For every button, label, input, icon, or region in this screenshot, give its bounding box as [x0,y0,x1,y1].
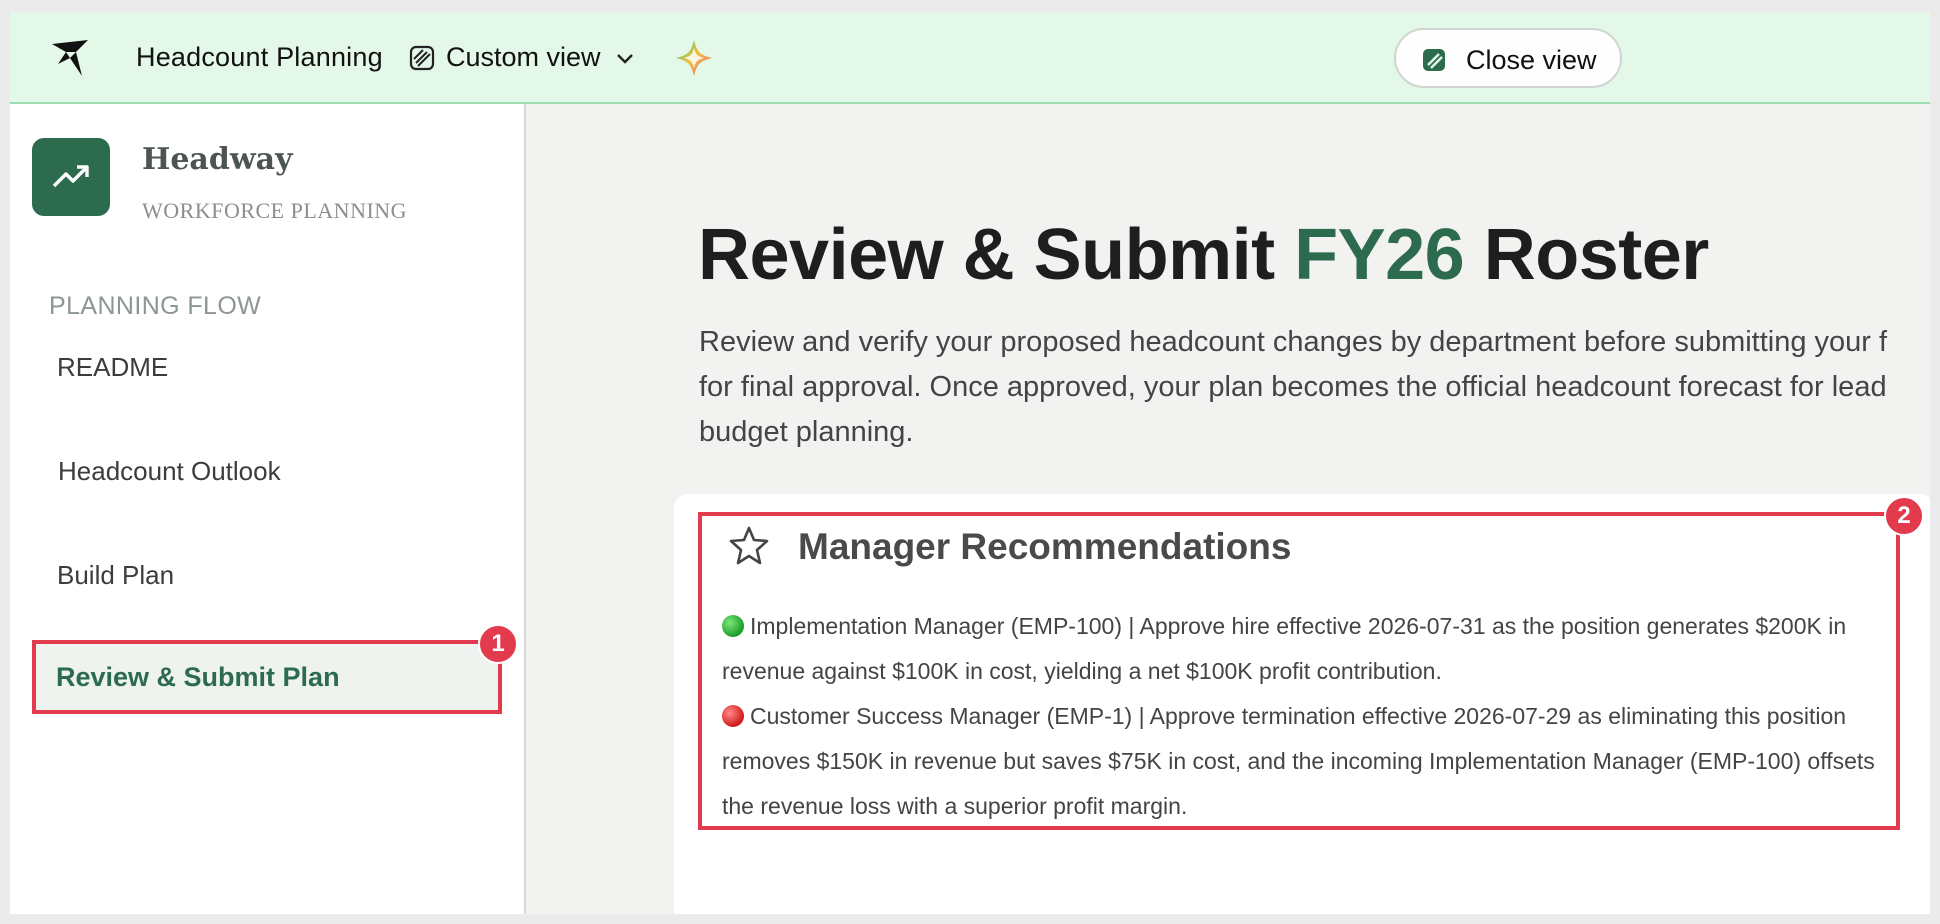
sidebar-item-headcount-outlook[interactable]: Headcount Outlook [58,456,281,487]
planning-flow-label: PLANNING FLOW [49,292,262,320]
brand-name: Headway [142,142,293,177]
trending-up-icon [52,165,89,188]
top-bar: Headcount Planning Custom view Close vie… [10,12,1930,104]
recommendations-list: Implementation Manager (EMP-100) | Appro… [722,604,1890,829]
sidebar: Headway WORKFORCE PLANNING PLANNING FLOW… [10,104,526,914]
custom-view-icon [409,45,435,71]
custom-view-dropdown[interactable]: Custom view [446,42,601,73]
view-icon [1423,49,1445,71]
chevron-down-icon[interactable] [616,52,634,66]
list-item: Customer Success Manager (EMP-1) | Appro… [722,703,1875,819]
star-icon[interactable] [728,524,770,566]
list-item: Implementation Manager (EMP-100) | Appro… [722,613,1847,684]
close-view-label: Close view [1466,45,1597,75]
annotation-badge-1: 1 [478,624,518,664]
page-description: Review and verify your proposed headcoun… [699,326,1888,448]
app-logo-icon[interactable] [48,34,96,82]
page-title: Review & Submit FY26 Roster [698,215,1709,295]
sidebar-item-review-submit-plan[interactable]: Review & Submit Plan [32,640,502,714]
ai-sparkle-icon[interactable] [674,38,714,78]
app-title[interactable]: Headcount Planning [136,42,383,73]
red-circle-icon [722,705,744,727]
recommendations-title: Manager Recommendations [798,526,1292,567]
sidebar-item-label: Review & Submit Plan [56,662,340,692]
fiscal-year-highlight: FY26 [1294,215,1465,295]
sidebar-item-readme[interactable]: README [57,352,168,383]
brand-subtitle: WORKFORCE PLANNING [142,198,408,223]
green-circle-icon [722,615,744,637]
close-view-button[interactable]: Close view [1394,28,1622,88]
annotation-badge-2: 2 [1884,496,1924,536]
brand-logo [32,138,110,216]
app-window: Headcount Planning Custom view Close vie… [10,12,1930,914]
sidebar-item-build-plan[interactable]: Build Plan [57,560,174,591]
